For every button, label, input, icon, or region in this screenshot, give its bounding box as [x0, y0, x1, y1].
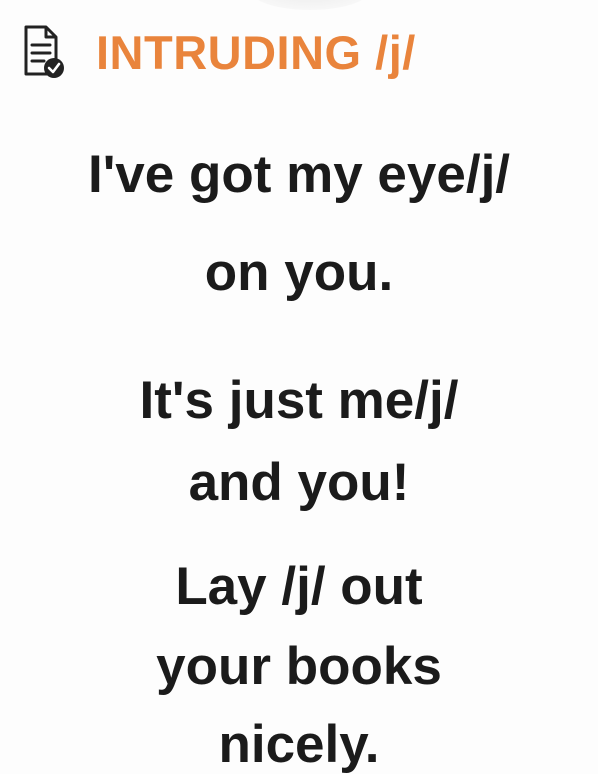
example-1-line-2: on you. — [204, 243, 394, 302]
section-header: INTRUDING /j/ — [18, 22, 416, 82]
example-3-line-1: Lay /j/ out — [175, 557, 423, 616]
document-check-icon — [24, 25, 64, 78]
example-3-line-2: your books — [156, 637, 442, 696]
example-3-line-3: nicely. — [218, 715, 380, 774]
top-decoration — [250, 0, 370, 10]
example-2-line-1: It's just me/j/ — [139, 371, 459, 430]
page-title: INTRUDING /j/ — [96, 25, 416, 79]
example-2-line-2: and you! — [188, 453, 410, 512]
example-1-line-1: I've got my eye/j/ — [87, 145, 511, 204]
